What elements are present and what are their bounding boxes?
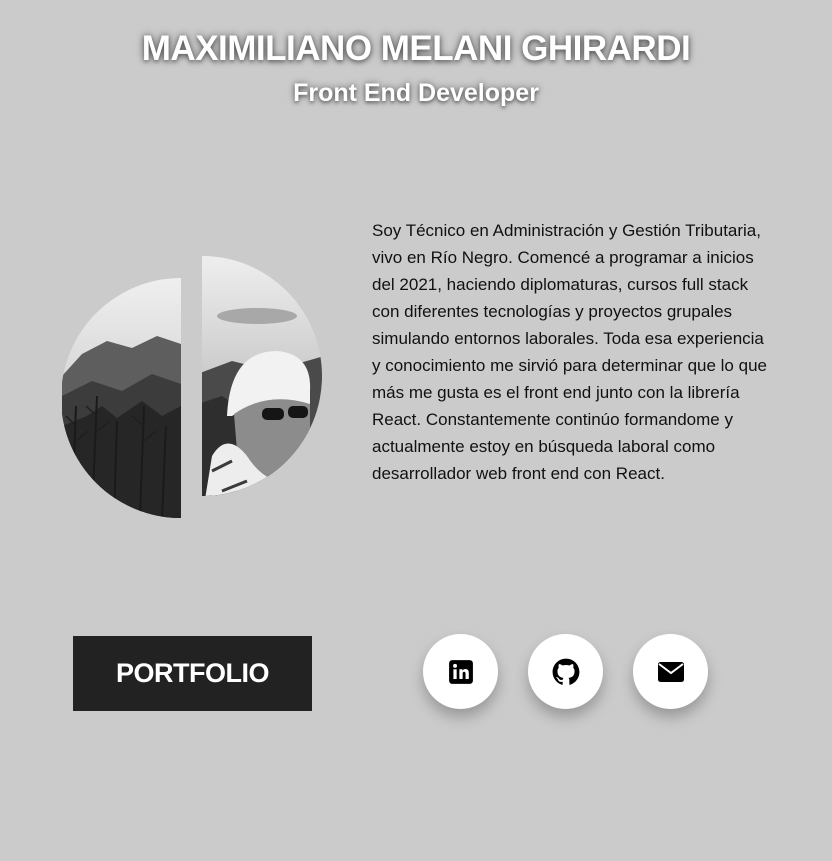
- github-button[interactable]: [528, 634, 603, 709]
- email-button[interactable]: [633, 634, 708, 709]
- page-title: MAXIMILIANO MELANI GHIRARDI: [141, 29, 691, 68]
- profile-photo: [62, 256, 324, 518]
- envelope-icon: [657, 661, 685, 683]
- profile-photo-image: [62, 256, 322, 518]
- portfolio-button[interactable]: PORTFOLIO: [73, 636, 312, 711]
- linkedin-icon: [448, 659, 474, 685]
- bio-text: Soy Técnico en Administración y Gestión …: [372, 221, 767, 483]
- github-icon: [552, 658, 580, 686]
- linkedin-button[interactable]: [423, 634, 498, 709]
- page-subtitle: Front End Developer: [293, 79, 539, 107]
- page-header: MAXIMILIANO MELANI GHIRARDI Front End De…: [0, 26, 832, 110]
